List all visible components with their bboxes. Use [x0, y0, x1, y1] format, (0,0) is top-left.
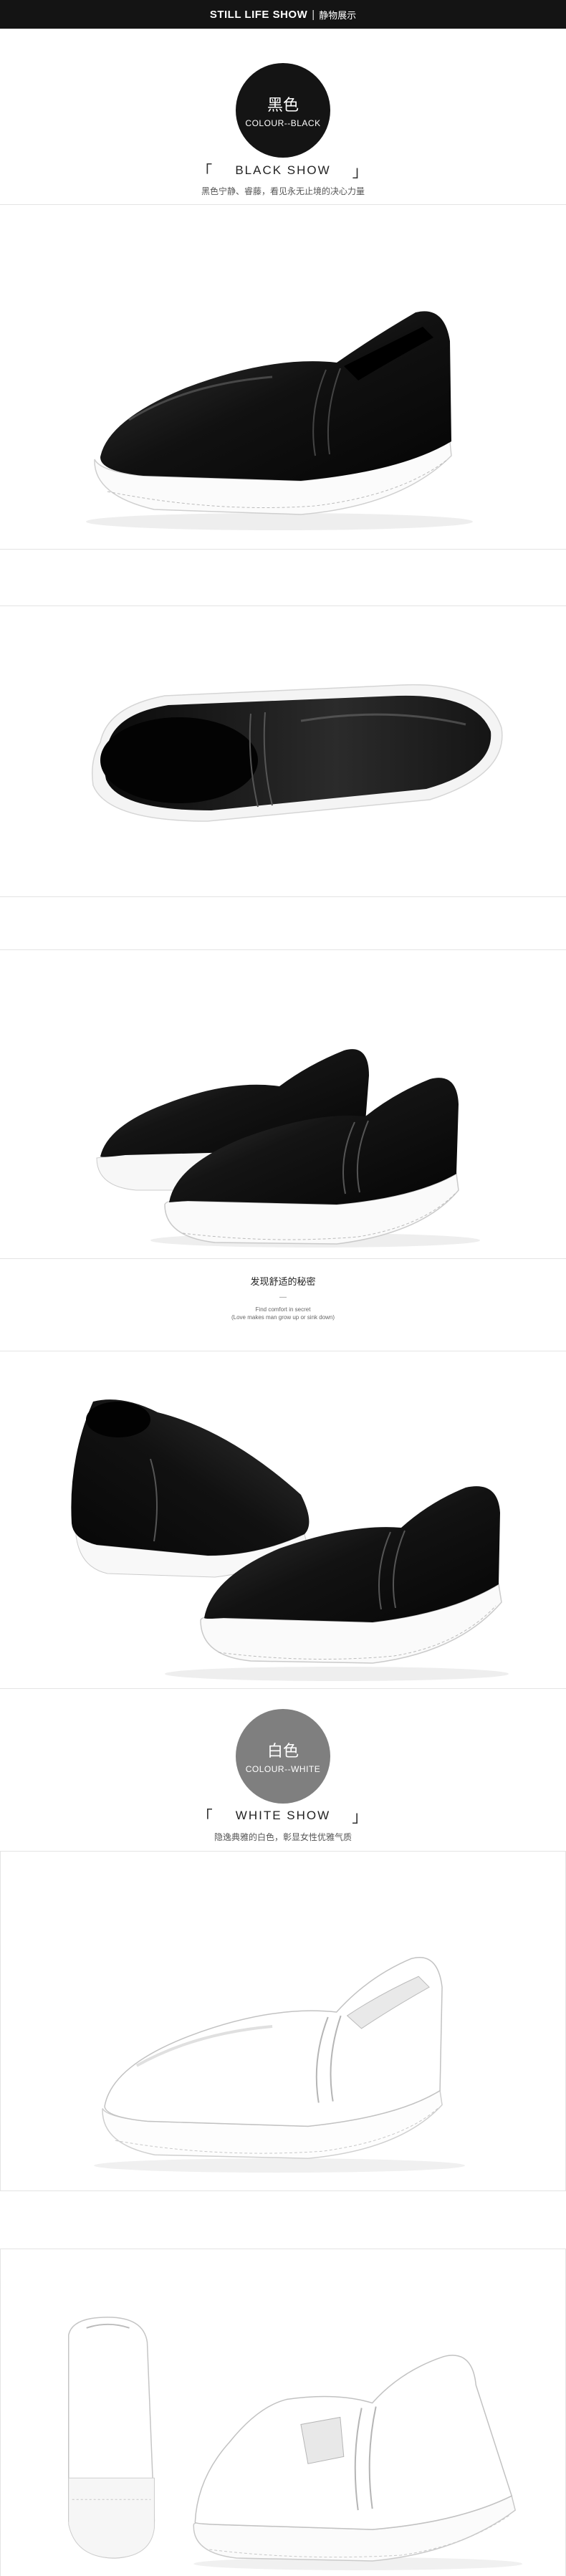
comfort-dash: — [279, 1293, 287, 1301]
banner-subtitle: 静物展示 [319, 9, 357, 21]
white-shoe-side-image [94, 1957, 465, 2173]
white-colour-cn: 白色 [267, 1742, 299, 1760]
white-colour-en: COLOUR--WHITE [245, 1764, 321, 1774]
white-shoe-pair-image [68, 2317, 523, 2570]
comfort-line-1: Find comfort in secret [255, 1306, 311, 1313]
comfort-heading: 发现舒适的秘密 [250, 1276, 316, 1287]
product-photo-black-pair-angle [0, 1351, 566, 1689]
banner-title: STILL LIFE SHOW [209, 8, 308, 21]
left-bracket-white: 「 [196, 1809, 214, 1826]
black-shoe-top-image [92, 684, 503, 822]
white-colour-badge: 白色 COLOUR--WHITE [236, 1709, 330, 1804]
black-shoe-pair-image [96, 1049, 480, 1248]
black-shoe-side-image [86, 311, 473, 530]
black-show-description: 黑色宁静、睿藤，看见永无止境的决心力量 [201, 186, 365, 196]
right-bracket-white: 」 [352, 1809, 370, 1826]
product-photo-black-pair [0, 949, 566, 1259]
black-shoe-pair-angle-image [71, 1399, 509, 1681]
product-photo-black-top [0, 605, 566, 897]
black-show-heading: 「 BLACK SHOW 」 [0, 159, 566, 182]
black-colour-en: COLOUR--BLACK [245, 118, 321, 128]
product-photo-white-pair [0, 2249, 566, 2576]
white-show-title: WHITE SHOW [235, 1809, 331, 1822]
black-colour-badge: 黑色 COLOUR--BLACK [236, 63, 330, 158]
product-photo-black-side [0, 204, 566, 550]
black-colour-cn: 黑色 [267, 96, 299, 114]
black-show-title: BLACK SHOW [235, 163, 331, 177]
left-bracket: 「 [196, 163, 214, 181]
comfort-line-2: (Love makes man grow up or sink down) [231, 1314, 335, 1321]
top-banner: STILL LIFE SHOW | 静物展示 [0, 0, 566, 29]
comfort-note: 发现舒适的秘密 — Find comfort in secret (Love m… [0, 1274, 566, 1321]
white-show-description: 隐逸典雅的白色，彰显女性优雅气质 [214, 1832, 352, 1842]
right-bracket: 」 [352, 163, 370, 181]
product-photo-white-side [0, 1851, 566, 2191]
banner-separator: | [312, 8, 315, 21]
white-show-heading: 「 WHITE SHOW 」 [0, 1804, 566, 1827]
